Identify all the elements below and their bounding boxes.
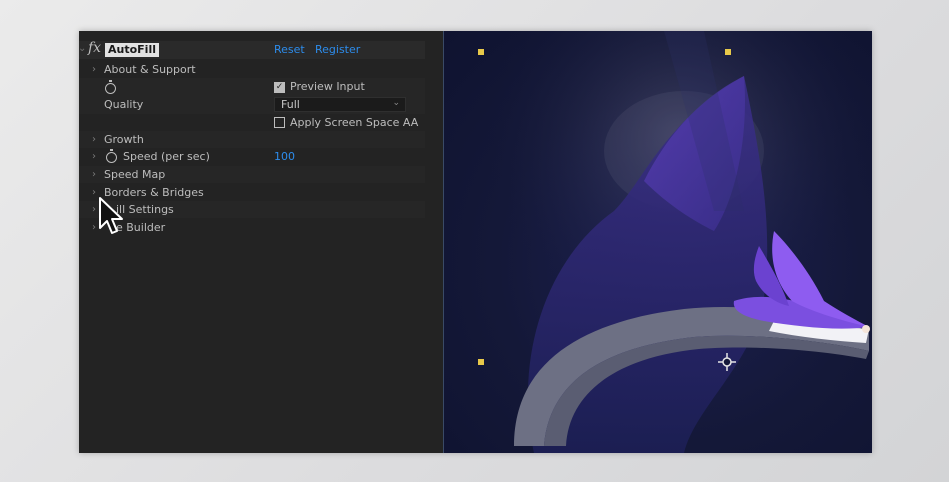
shape-builder-row[interactable]: › e Builder	[79, 219, 425, 236]
fill-settings-row[interactable]: › ill Settings	[79, 201, 425, 218]
fox-artwork	[444, 31, 872, 453]
apply-aa-row: Apply Screen Space AA	[79, 114, 425, 131]
speed-map-row[interactable]: › Speed Map	[79, 166, 425, 183]
preview-input-checkbox[interactable]: ✓	[274, 82, 285, 93]
speed-label: Speed (per sec)	[123, 150, 210, 163]
speed-map-label: Speed Map	[104, 168, 166, 181]
twirl-arrow-icon[interactable]: ›	[92, 148, 96, 165]
anchor-point-icon[interactable]	[718, 353, 736, 371]
fx-icon[interactable]: fx	[88, 40, 101, 56]
after-effects-window: ⌄ fx AutoFill Reset Register › About & S…	[79, 31, 872, 453]
effect-controls-panel: ⌄ fx AutoFill Reset Register › About & S…	[79, 31, 443, 453]
effect-name[interactable]: AutoFill	[105, 43, 159, 57]
twirl-arrow-icon[interactable]: ›	[92, 131, 96, 148]
stopwatch-icon[interactable]	[106, 149, 117, 163]
reset-link[interactable]: Reset	[274, 43, 305, 57]
twirl-arrow-icon[interactable]: ›	[92, 219, 96, 236]
speed-row: › Speed (per sec) 100	[79, 148, 425, 165]
preview-input-label: Preview Input	[290, 80, 365, 93]
twirl-arrow-icon[interactable]: ›	[92, 166, 96, 183]
borders-bridges-row[interactable]: › Borders & Bridges	[79, 184, 425, 201]
effect-collapse-icon[interactable]: ⌄	[79, 43, 86, 54]
quality-dropdown[interactable]: Full ⌄	[274, 97, 406, 112]
quality-label: Quality	[104, 98, 144, 111]
growth-row[interactable]: › Growth	[79, 131, 425, 148]
composition-viewer[interactable]	[444, 31, 872, 453]
bounding-box-handle-top-left[interactable]	[478, 49, 484, 55]
apply-aa-label: Apply Screen Space AA	[290, 116, 419, 129]
growth-label: Growth	[104, 133, 144, 146]
apply-aa-checkbox[interactable]	[274, 117, 285, 128]
mouse-pointer-icon	[99, 197, 123, 234]
stopwatch-icon[interactable]	[105, 80, 116, 94]
twirl-arrow-icon[interactable]: ›	[92, 184, 96, 201]
twirl-arrow-icon[interactable]: ›	[92, 201, 96, 218]
about-support-row[interactable]: › About & Support	[79, 61, 425, 78]
effect-header-row: ⌄ fx AutoFill Reset Register	[79, 40, 425, 59]
quality-dropdown-value: Full	[281, 98, 300, 111]
about-support-label: About & Support	[104, 63, 196, 76]
bounding-box-handle-top-center[interactable]	[725, 49, 731, 55]
twirl-arrow-icon[interactable]: ›	[92, 61, 96, 78]
register-link[interactable]: Register	[315, 43, 360, 57]
chevron-down-icon: ⌄	[392, 98, 400, 108]
bounding-box-handle-middle-left[interactable]	[478, 359, 484, 365]
fill-settings-label: ill Settings	[116, 203, 174, 216]
speed-value[interactable]: 100	[274, 148, 295, 165]
